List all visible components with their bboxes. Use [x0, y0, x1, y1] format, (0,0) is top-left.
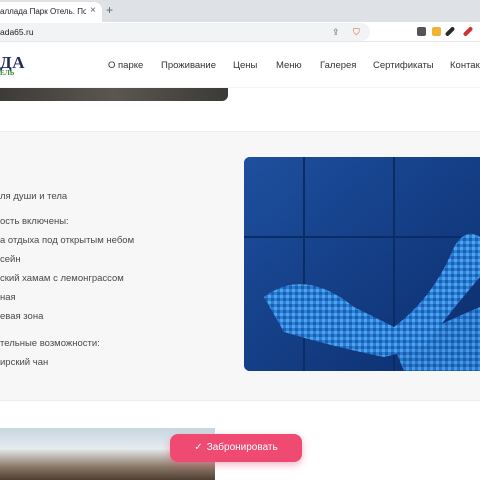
book-button-label: Забронировать: [206, 442, 278, 453]
address-bar[interactable]: ada65.ru ⇪ ⛉: [0, 23, 370, 41]
spa-text-line: а отдыха под открытым небом: [0, 235, 135, 246]
spa-text-line: ная: [0, 292, 16, 303]
extension-pencil-icon[interactable]: [432, 27, 441, 36]
extension-pen-icon[interactable]: [444, 26, 456, 37]
spa-text-line: сейн: [0, 254, 21, 265]
browser-tab-strip: аллада Парк Отель. Полно × +: [0, 0, 480, 22]
nav-gallery[interactable]: Галерея: [320, 60, 356, 71]
brave-shield-icon[interactable]: ⛉: [353, 27, 360, 37]
nav-contacts[interactable]: Контакты: [450, 60, 480, 71]
nav-certificates[interactable]: Сертификаты: [373, 60, 434, 71]
spa-text-line: ский хамам с лемонграссом: [0, 273, 124, 284]
top-photo: [0, 88, 228, 101]
spa-text-line: ость включены:: [0, 216, 69, 227]
extension-gear-icon[interactable]: [417, 27, 426, 36]
spa-text-line: евая зона: [0, 311, 44, 322]
browser-tab[interactable]: аллада Парк Отель. Полно ×: [0, 2, 102, 22]
nav-prices[interactable]: Цены: [233, 60, 257, 71]
browser-toolbar: ada65.ru ⇪ ⛉: [0, 22, 480, 42]
site-header: ДА ЕЛЬ О парке Проживание Цены Меню Гале…: [0, 43, 480, 87]
spa-text-line: ля души и тела: [0, 191, 68, 202]
hamam-lounger-illustration: [244, 157, 480, 371]
nav-menu[interactable]: Меню: [276, 60, 302, 71]
close-tab-icon[interactable]: ×: [90, 6, 96, 16]
check-icon: ✓: [194, 442, 203, 453]
book-button[interactable]: ✓ Забронировать: [170, 434, 302, 462]
site-logo-subtitle: ЕЛЬ: [0, 69, 15, 77]
nav-about[interactable]: О парке: [108, 60, 143, 71]
new-tab-button[interactable]: +: [106, 4, 113, 16]
spa-text-line: тельные возможности:: [0, 338, 100, 349]
url-text[interactable]: ada65.ru: [0, 27, 34, 37]
hamam-photo: [244, 157, 480, 371]
page-content: ля души и тела ость включены: а отдыха п…: [0, 88, 480, 480]
spa-section: ля души и тела ость включены: а отдыха п…: [0, 131, 480, 401]
nav-accommodation[interactable]: Проживание: [161, 60, 216, 71]
tab-title: аллада Парк Отель. Полно: [0, 7, 86, 16]
extension-marker-icon[interactable]: [462, 26, 474, 37]
spa-text-line: ирский чан: [0, 357, 49, 368]
share-icon[interactable]: ⇪: [332, 27, 340, 37]
